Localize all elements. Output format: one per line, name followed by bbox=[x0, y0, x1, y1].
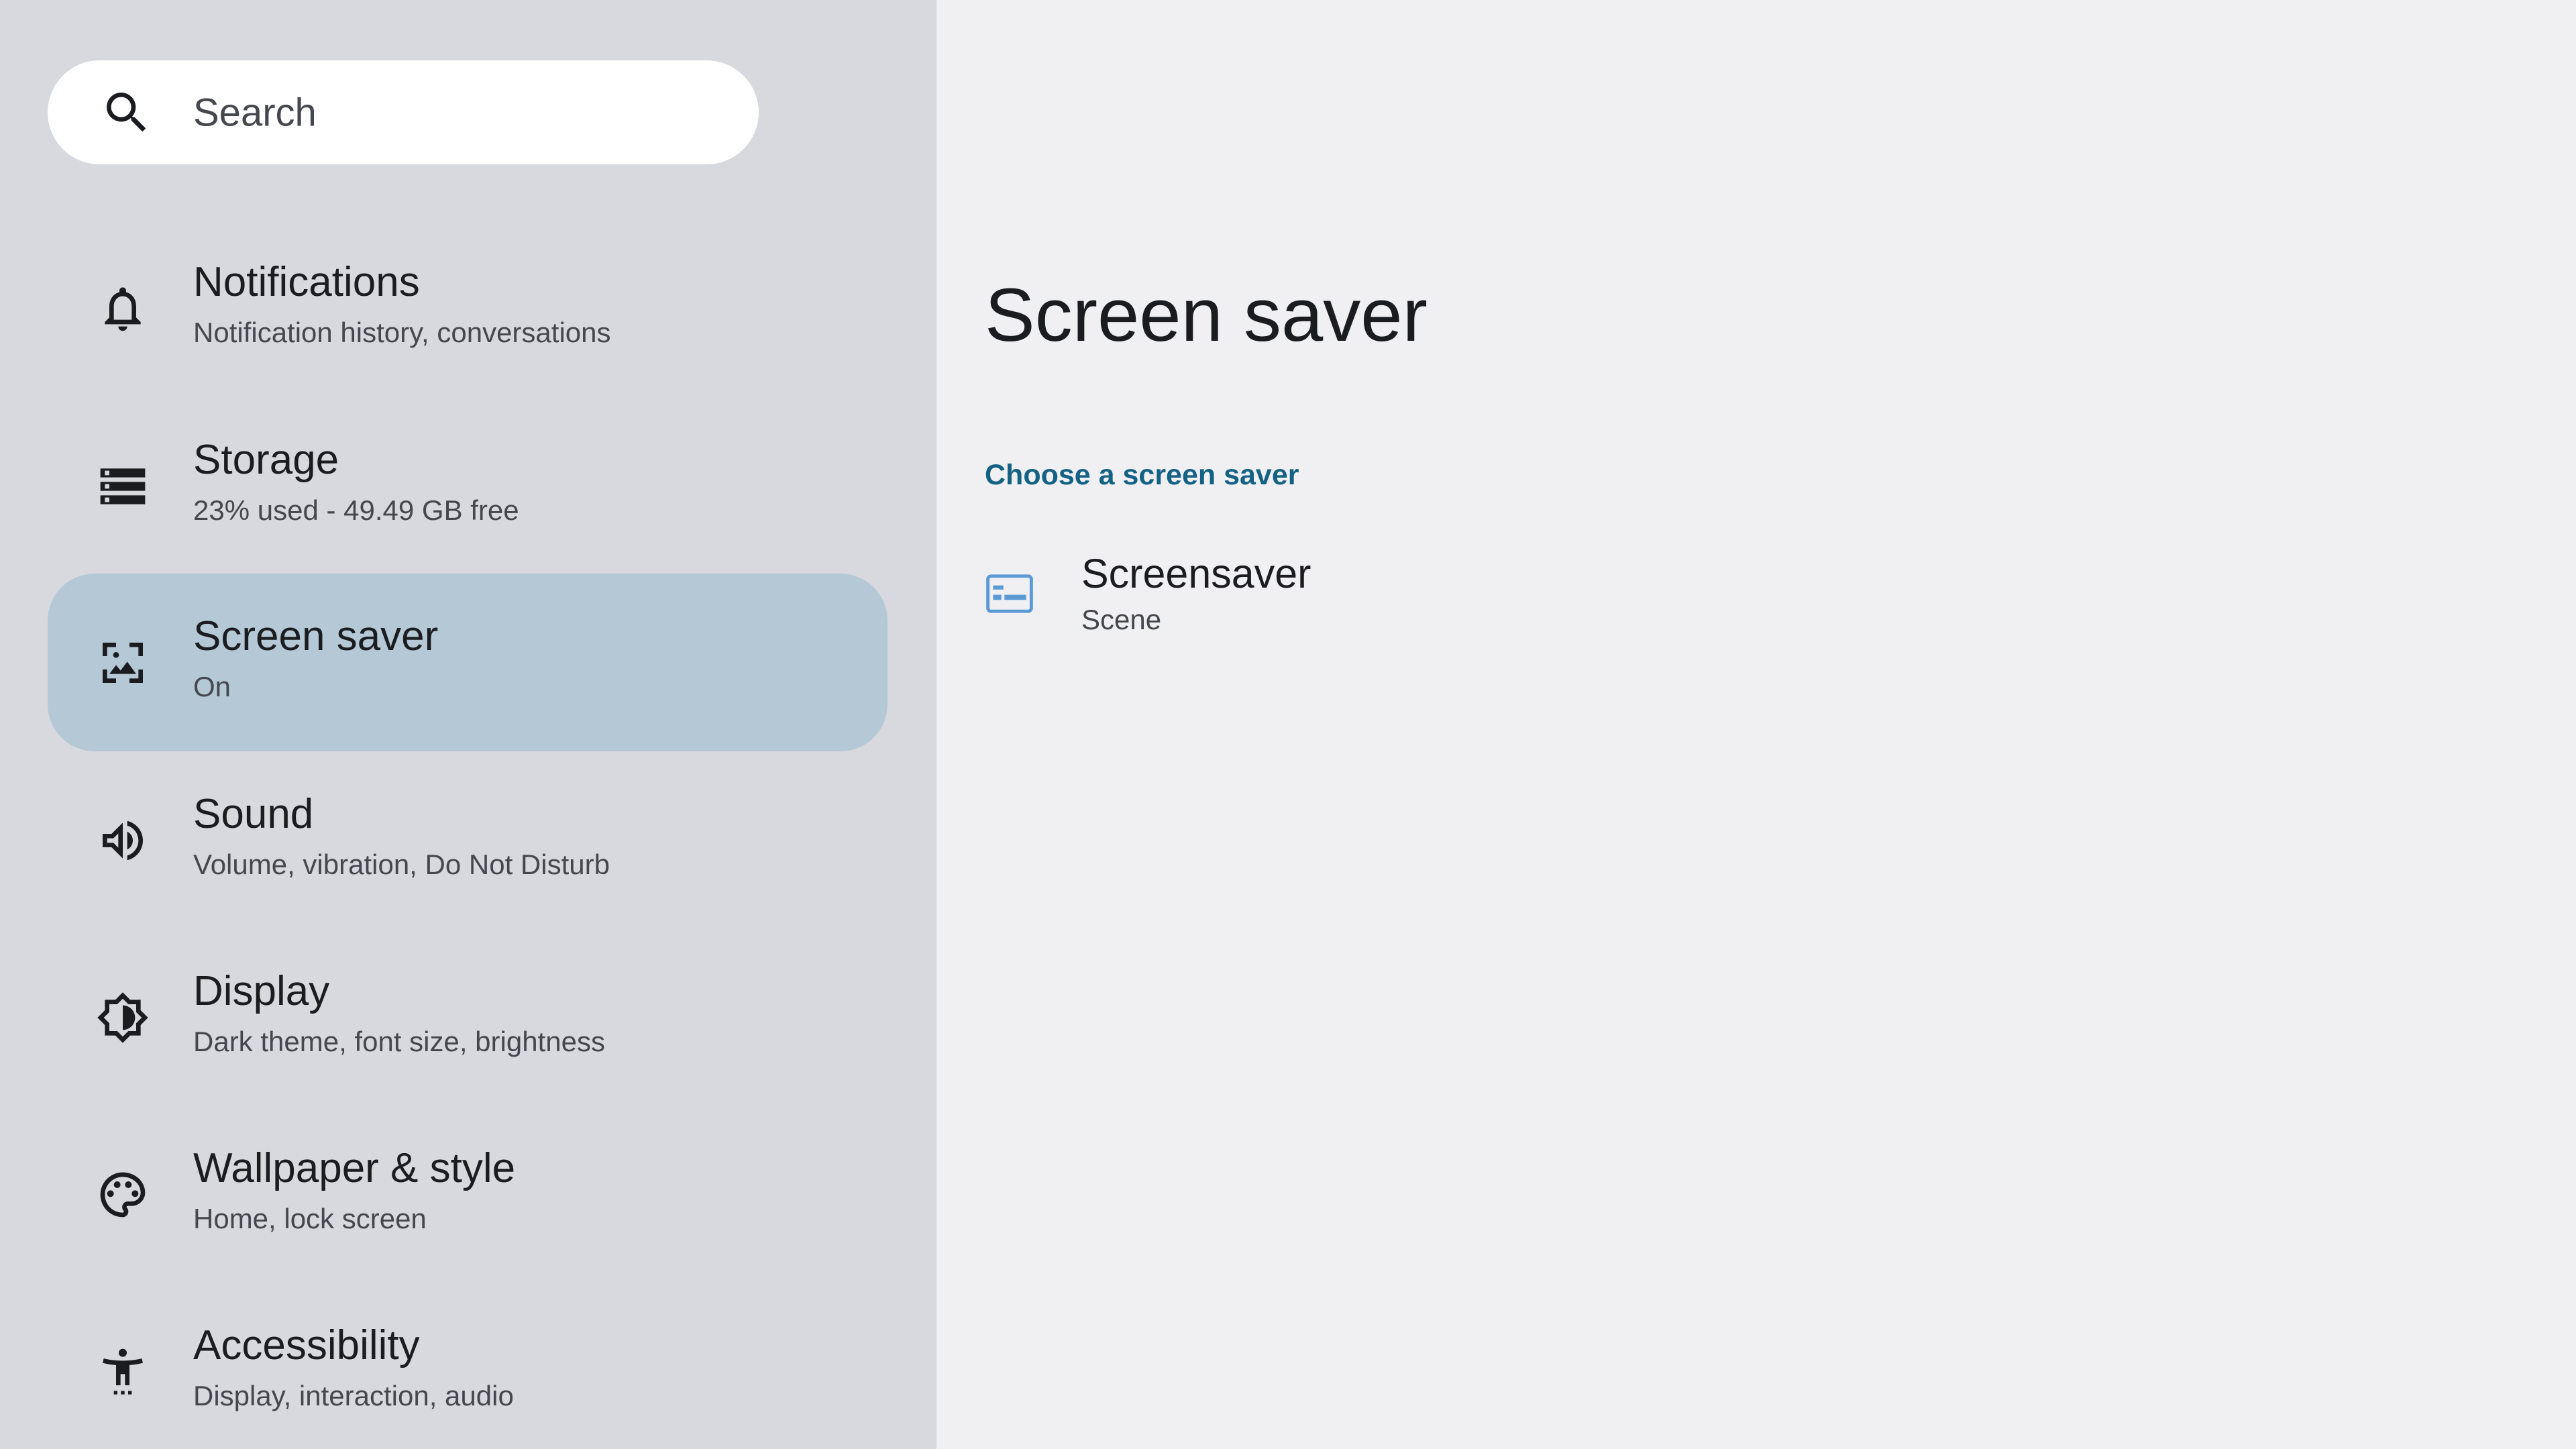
bell-icon bbox=[105, 286, 141, 331]
sidebar-item-title: Wallpaper & style bbox=[193, 1145, 516, 1191]
screensaver-app-icon bbox=[986, 574, 1033, 613]
sidebar-item-subtitle: Notification history, conversations bbox=[193, 317, 611, 348]
storage-icon bbox=[100, 468, 146, 504]
sidebar-item-title: Display bbox=[193, 968, 330, 1014]
sidebar-item-title: Notifications bbox=[193, 259, 420, 305]
sidebar-item-display[interactable]: Display Dark theme, font size, brightnes… bbox=[48, 928, 888, 1106]
option-title: Screensaver bbox=[1081, 551, 1311, 596]
option-subtitle: Scene bbox=[1081, 604, 1162, 635]
search-icon bbox=[107, 92, 146, 131]
accessibility-icon bbox=[103, 1348, 143, 1395]
main-panel: Screen saver Choose a screen saver Scree… bbox=[936, 0, 2576, 1449]
sidebar-item-wallpaper-style[interactable]: Wallpaper & style Home, lock screen bbox=[48, 1106, 888, 1283]
sidebar-item-screen-saver[interactable]: Screen saver On bbox=[48, 574, 888, 751]
sidebar: Search Notifications Notification histor… bbox=[0, 0, 936, 1449]
sidebar-item-subtitle: 23% used - 49.49 GB free bbox=[193, 494, 519, 526]
sidebar-item-subtitle: Home, lock screen bbox=[193, 1203, 427, 1234]
sidebar-item-subtitle: Dark theme, font size, brightness bbox=[193, 1026, 605, 1057]
sidebar-item-storage[interactable]: Storage 23% used - 49.49 GB free bbox=[48, 397, 888, 575]
sidebar-item-subtitle: Display, interaction, audio bbox=[193, 1380, 514, 1411]
palette-icon bbox=[100, 1172, 146, 1217]
search-placeholder: Search bbox=[193, 91, 317, 134]
brightness-icon bbox=[97, 991, 148, 1043]
volume-icon bbox=[103, 820, 143, 860]
section-header: Choose a screen saver bbox=[985, 459, 1299, 491]
screensaver-option[interactable]: Screensaver Scene bbox=[957, 530, 1695, 657]
screensaver-icon bbox=[103, 642, 143, 683]
sidebar-item-title: Storage bbox=[193, 437, 339, 483]
page-title: Screen saver bbox=[985, 273, 1428, 357]
sidebar-item-accessibility[interactable]: Accessibility Display, interaction, audi… bbox=[48, 1283, 888, 1449]
sidebar-item-sound[interactable]: Sound Volume, vibration, Do Not Disturb bbox=[48, 751, 888, 929]
sidebar-item-title: Screen saver bbox=[193, 613, 439, 659]
sidebar-item-title: Accessibility bbox=[193, 1322, 420, 1368]
sidebar-item-title: Sound bbox=[193, 791, 314, 837]
search-bar[interactable]: Search bbox=[48, 60, 759, 164]
settings-window: Search Notifications Notification histor… bbox=[0, 0, 2576, 1449]
sidebar-item-notifications[interactable]: Notifications Notification history, conv… bbox=[48, 219, 888, 397]
sidebar-item-subtitle: Volume, vibration, Do Not Disturb bbox=[193, 849, 610, 880]
sidebar-item-subtitle: On bbox=[193, 671, 231, 702]
